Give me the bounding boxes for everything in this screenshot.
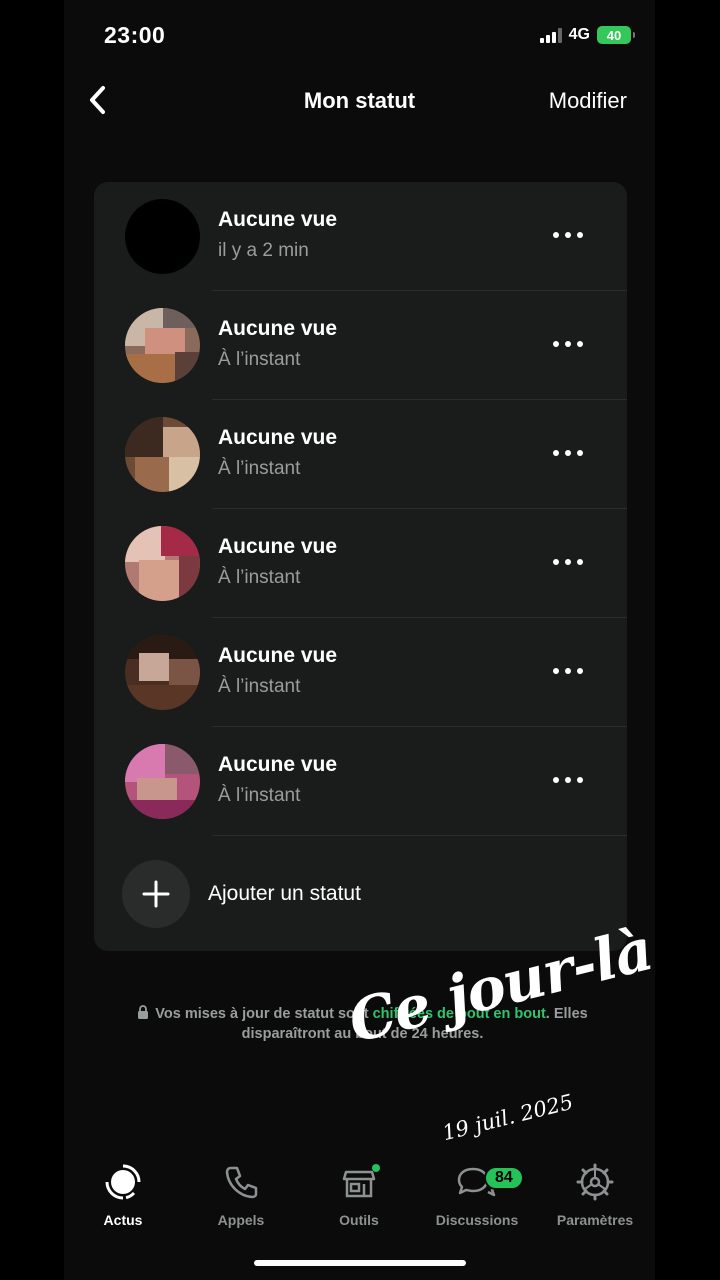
more-options-button[interactable] <box>553 222 583 248</box>
signal-icon <box>539 27 562 43</box>
tab-appels[interactable]: Appels <box>182 1162 300 1228</box>
status-item[interactable]: Aucune vue À l’instant <box>94 400 627 509</box>
status-thumbnail <box>125 199 200 274</box>
tab-label: Appels <box>217 1212 265 1228</box>
status-thumbnail <box>125 744 200 819</box>
network-type: 4G <box>568 26 590 43</box>
note-prefix: Vos mises à jour de statut sont <box>155 1006 373 1022</box>
add-status-button[interactable]: Ajouter un statut <box>94 836 627 951</box>
tab-label: Discussions <box>435 1212 519 1228</box>
tab-label: Actus <box>103 1212 143 1228</box>
status-time: il y a 2 min <box>218 240 309 261</box>
status-icon <box>64 1162 182 1202</box>
tab-label: Paramètres <box>556 1212 634 1228</box>
chat-icon: 84 <box>418 1162 536 1202</box>
more-options-button[interactable] <box>553 549 583 575</box>
tab-actus[interactable]: Actus <box>64 1162 182 1228</box>
tab-label: Outils <box>339 1212 379 1228</box>
unread-badge: 84 <box>484 1166 524 1190</box>
lock-icon <box>138 1005 149 1019</box>
status-thumbnail <box>125 308 200 383</box>
status-item[interactable]: Aucune vue À l’instant <box>94 291 627 400</box>
battery-level: 40 <box>606 27 622 43</box>
plus-icon <box>122 860 190 928</box>
status-views: Aucune vue <box>218 317 338 340</box>
status-thumbnail <box>125 417 200 492</box>
status-item[interactable]: Aucune vue À l’instant <box>94 618 627 727</box>
more-options-button[interactable] <box>553 331 583 357</box>
status-views: Aucune vue <box>218 753 338 776</box>
status-list-card: Aucune vue il y a 2 min Aucune vue À l’i… <box>94 182 627 951</box>
more-options-button[interactable] <box>553 440 583 466</box>
status-time: À l’instant <box>218 676 301 697</box>
notification-dot <box>372 1164 380 1172</box>
store-icon <box>300 1162 418 1202</box>
status-item[interactable]: Aucune vue À l’instant <box>94 727 627 836</box>
edit-button[interactable]: Modifier <box>549 88 627 114</box>
tab-bar: Actus Appels Outils 84 Discussions Param… <box>64 1162 655 1232</box>
status-bar-indicators: 4G 40 <box>539 26 635 44</box>
home-indicator[interactable] <box>254 1260 466 1266</box>
status-views: Aucune vue <box>218 535 338 558</box>
status-time: À l’instant <box>218 567 301 588</box>
status-time: À l’instant <box>218 785 301 806</box>
status-views: Aucune vue <box>218 208 338 231</box>
phone-icon <box>182 1162 300 1202</box>
status-views: Aucune vue <box>218 426 338 449</box>
status-bar-time: 23:00 <box>104 22 166 48</box>
phone-screen: 23:00 4G 40 Mon statut Modifier Aucune v… <box>64 0 655 1280</box>
status-views: Aucune vue <box>218 644 338 667</box>
battery-icon: 40 <box>597 26 635 44</box>
status-item[interactable]: Aucune vue À l’instant <box>94 509 627 618</box>
status-item[interactable]: Aucune vue il y a 2 min <box>94 182 627 291</box>
more-options-button[interactable] <box>553 767 583 793</box>
status-thumbnail <box>125 526 200 601</box>
status-time: À l’instant <box>218 458 301 479</box>
more-options-button[interactable] <box>553 658 583 684</box>
status-time: À l’instant <box>218 349 301 370</box>
gear-icon <box>536 1162 654 1202</box>
status-thumbnail <box>125 635 200 710</box>
tab-discussions[interactable]: 84 Discussions <box>418 1162 536 1228</box>
tab-outils[interactable]: Outils <box>300 1162 418 1228</box>
add-status-label: Ajouter un statut <box>208 882 361 905</box>
tab-parametres[interactable]: Paramètres <box>536 1162 654 1228</box>
